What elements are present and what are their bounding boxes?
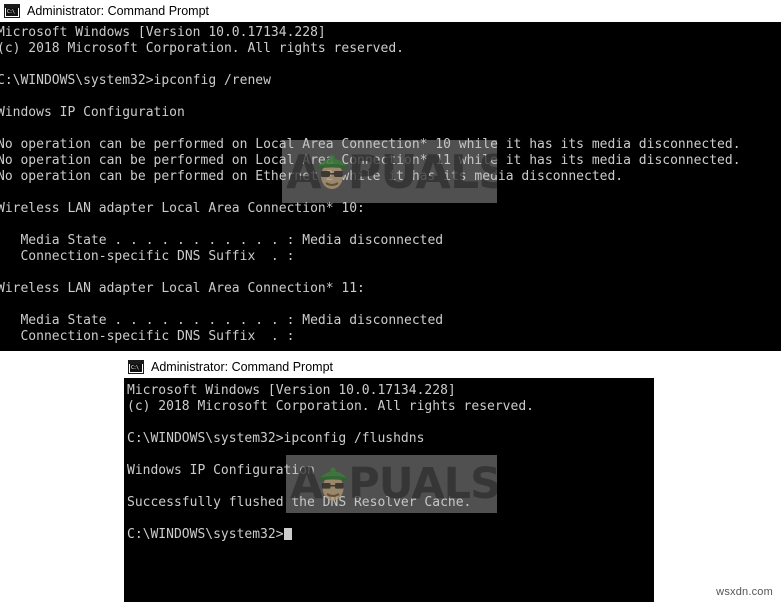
console-line: Media State . . . . . . . . . . . : Medi…	[0, 233, 444, 248]
window-title-top: Administrator: Command Prompt	[27, 4, 210, 18]
console-line: Microsoft Windows [Version 10.0.17134.22…	[0, 25, 326, 40]
command-prompt-icon: C:\	[128, 360, 144, 374]
footer-credit: wsxdn.com	[716, 586, 773, 598]
console-line: (c) 2018 Microsoft Corporation. All righ…	[0, 41, 404, 56]
command-prompt-icon-glyph: C:\	[130, 364, 142, 372]
titlebar-top[interactable]: C:\ Administrator: Command Prompt	[0, 0, 781, 22]
console-prompt-line: C:\WINDOWS\system32>	[127, 527, 654, 543]
console-prompt: C:\WINDOWS\system32>	[127, 527, 284, 542]
console-line: C:\WINDOWS\system32>ipconfig /flushdns	[127, 431, 425, 446]
command-prompt-window-bottom[interactable]: C:\ Administrator: Command Prompt Micros…	[124, 356, 654, 602]
console-line: Media State . . . . . . . . . . . : Medi…	[0, 313, 444, 328]
console-output-bottom[interactable]: Microsoft Windows [Version 10.0.17134.22…	[124, 378, 654, 602]
console-output-top[interactable]: Microsoft Windows [Version 10.0.17134.22…	[0, 22, 781, 351]
console-line: Connection-specific DNS Suffix . :	[0, 329, 295, 344]
console-line: Windows IP Configuration	[0, 105, 185, 120]
console-line: Connection-specific DNS Suffix . :	[0, 249, 295, 264]
console-line: No operation can be performed on Etherne…	[0, 169, 624, 184]
console-line: C:\WINDOWS\system32>ipconfig /renew	[0, 73, 271, 88]
titlebar-bottom[interactable]: C:\ Administrator: Command Prompt	[124, 356, 654, 378]
command-prompt-icon: C:\	[4, 4, 20, 18]
command-prompt-window-top[interactable]: C:\ Administrator: Command Prompt Micros…	[0, 0, 781, 351]
console-line: Windows IP Configuration	[127, 463, 315, 478]
command-prompt-icon-glyph: C:\	[6, 8, 18, 16]
screenshot-root: C:\ Administrator: Command Prompt Micros…	[0, 0, 781, 602]
console-line: Successfully flushed the DNS Resolver Ca…	[127, 495, 472, 510]
window-title-bottom: Administrator: Command Prompt	[151, 360, 334, 374]
console-line: No operation can be performed on Local A…	[0, 153, 741, 168]
console-line: Wireless LAN adapter Local Area Connecti…	[0, 281, 365, 296]
console-line: (c) 2018 Microsoft Corporation. All righ…	[127, 399, 534, 414]
console-line: No operation can be performed on Local A…	[0, 137, 741, 152]
text-cursor	[283, 528, 292, 540]
console-line: Wireless LAN adapter Local Area Connecti…	[0, 201, 365, 216]
console-line: Microsoft Windows [Version 10.0.17134.22…	[127, 383, 456, 398]
